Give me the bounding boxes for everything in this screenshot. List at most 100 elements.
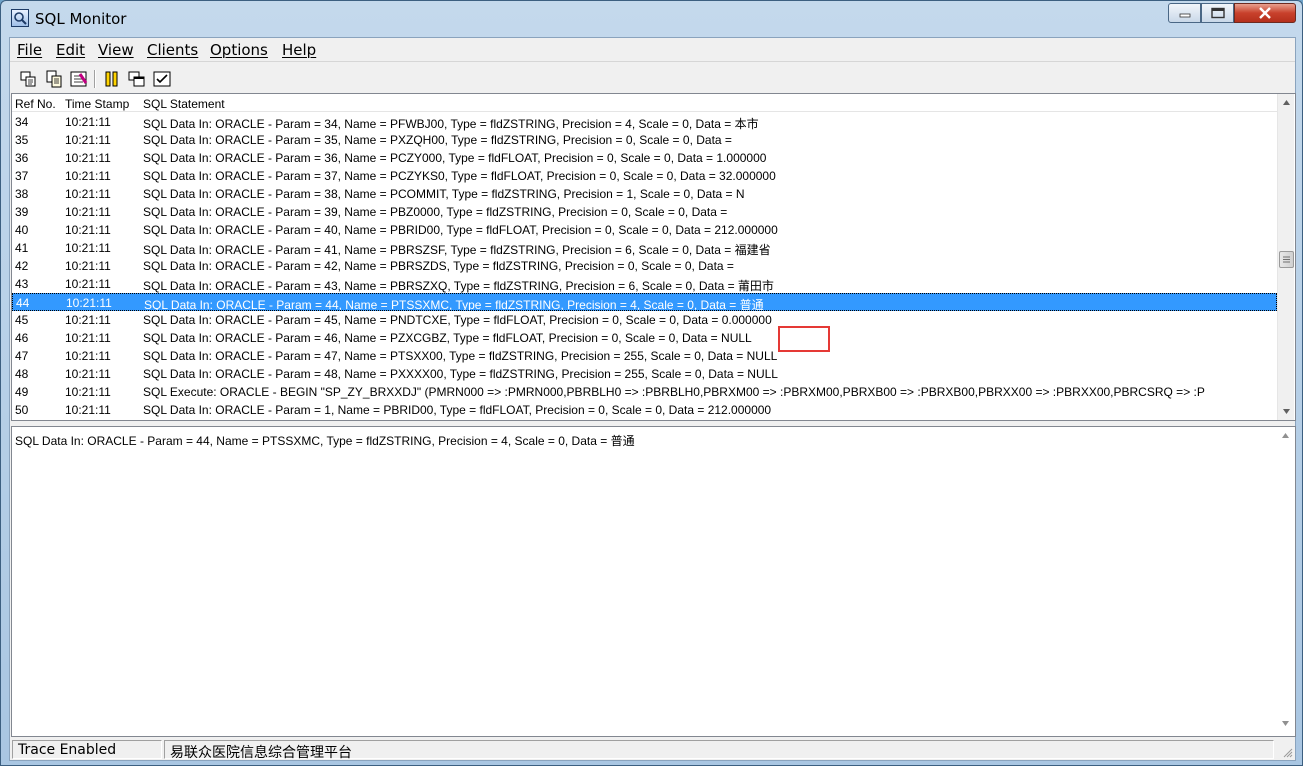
row-statement: SQL Data In: ORACLE - Param = 39, Name =… [143,205,728,219]
save-log-button[interactable] [19,69,39,89]
col-ref-no[interactable]: Ref No. [15,97,56,111]
arrow-down-icon [1282,721,1289,726]
menu-options[interactable]: Options [210,41,268,59]
row-statement: SQL Data In: ORACLE - Param = 37, Name =… [143,169,776,183]
sql-monitor-window: SQL Monitor File Edit View Clients Optio… [0,0,1303,766]
row-time: 10:21:11 [65,151,111,165]
arrow-down-icon [1283,409,1290,414]
menu-help[interactable]: Help [282,41,316,59]
client-area: File Edit View Clients Options Help Ref … [9,37,1296,761]
row-time: 10:21:11 [65,187,111,201]
row-time: 10:21:11 [65,385,111,399]
menu-edit[interactable]: Edit [56,41,85,59]
toolbar-separator [94,70,96,88]
row-time: 10:21:11 [66,296,112,310]
row-statement: SQL Data In: ORACLE - Param = 36, Name =… [143,151,767,165]
clear-icon [70,71,88,87]
status-client-name: 易联众医院信息综合管理平台 [164,740,1274,761]
arrow-up-icon [1283,100,1290,105]
grip-lines-icon [1283,256,1290,263]
table-row[interactable]: 34 10:21:11 SQL Data In: ORACLE - Param = … [12,113,1277,131]
row-time: 10:21:11 [65,259,111,273]
status-trace: Trace Enabled [12,740,162,759]
row-ref: 48 [15,367,29,381]
table-row[interactable]: 50 10:21:11 SQL Data In: ORACLE - Param = … [12,401,1277,419]
row-ref: 50 [15,403,29,417]
row-ref: 34 [15,115,29,129]
status-bar: Trace Enabled 易联众医院信息综合管理平台 [10,738,1295,761]
title-bar[interactable]: SQL Monitor [1,1,1302,37]
copy-button[interactable] [44,69,64,89]
table-row[interactable]: 48 10:21:11 SQL Data In: ORACLE - Param = … [12,365,1277,383]
table-row[interactable]: 45 10:21:11 SQL Data In: ORACLE - Param = … [12,311,1277,329]
row-ref: 35 [15,133,29,147]
col-time-stamp[interactable]: Time Stamp [65,97,129,111]
table-row[interactable]: 43 10:21:11 SQL Data In: ORACLE - Param = … [12,275,1277,293]
menu-view[interactable]: View [98,41,134,59]
maximize-icon [1210,7,1225,19]
maximize-button[interactable] [1201,3,1234,23]
row-statement: SQL Data In: ORACLE - Param = 42, Name =… [143,259,734,273]
row-statement: SQL Data In: ORACLE - Param = 1, Name = … [143,403,772,417]
table-row-selected[interactable]: 44 10:21:11 SQL Data In: ORACLE - Param = … [12,293,1277,311]
menu-file[interactable]: File [17,41,42,59]
row-statement: SQL Execute: ORACLE - BEGIN "SP_ZY_BRXXD… [143,385,1205,399]
row-time: 10:21:11 [65,403,111,417]
row-statement: SQL Data In: ORACLE - Param = 35, Name =… [143,133,732,147]
row-ref: 40 [15,223,29,237]
trace-list[interactable]: Ref No. Time Stamp SQL Statement 34 10:21… [11,93,1296,421]
table-row[interactable]: 40 10:21:11 SQL Data In: ORACLE - Param = … [12,221,1277,239]
row-ref: 42 [15,259,29,273]
scroll-up-arrow[interactable] [1278,94,1295,111]
row-ref: 47 [15,349,29,363]
row-statement: SQL Data In: ORACLE - Param = 46, Name =… [143,331,752,345]
checklist-icon [153,71,171,87]
minimize-button[interactable] [1168,3,1201,23]
options-button[interactable] [152,69,172,89]
row-ref: 38 [15,187,29,201]
row-statement: SQL Data In: ORACLE - Param = 38, Name =… [143,187,745,201]
row-time: 10:21:11 [65,133,111,147]
table-row[interactable]: 49 10:21:11 SQL Execute: ORACLE - BEGIN "S… [12,383,1277,401]
statement-detail-panel[interactable]: SQL Data In: ORACLE - Param = 44, Name =… [11,426,1296,737]
row-statement: SQL Data In: ORACLE - Param = 34, Name =… [143,117,759,131]
row-ref: 37 [15,169,29,183]
detail-scroll-up-arrow[interactable] [1277,427,1294,444]
menu-clients[interactable]: Clients [147,41,198,59]
close-button[interactable] [1234,3,1296,23]
client-window-icon [128,71,145,87]
client-window-button[interactable] [127,69,147,89]
minimize-icon [1179,13,1190,18]
row-ref: 39 [15,205,29,219]
list-header: Ref No. Time Stamp SQL Statement [12,94,1277,112]
clear-button[interactable] [69,69,89,89]
scroll-down-arrow[interactable] [1278,403,1295,420]
table-row[interactable]: 36 10:21:11 SQL Data In: ORACLE - Param = … [12,149,1277,167]
row-statement: SQL Data In: ORACLE - Param = 45, Name =… [143,313,772,327]
pause-button[interactable] [102,69,122,89]
scroll-thumb[interactable] [1279,251,1294,268]
list-vertical-scrollbar[interactable] [1277,94,1294,420]
table-row[interactable]: 35 10:21:11 SQL Data In: ORACLE - Param = … [12,131,1277,149]
col-sql-statement[interactable]: SQL Statement [143,97,225,111]
table-row[interactable]: 41 10:21:11 SQL Data In: ORACLE - Param = … [12,239,1277,257]
row-statement: SQL Data In: ORACLE - Param = 47, Name =… [143,349,778,363]
detail-scroll-down-arrow[interactable] [1277,715,1294,732]
copy-icon [46,70,62,88]
row-statement: SQL Data In: ORACLE - Param = 44, Name =… [144,298,764,311]
row-statement: SQL Data In: ORACLE - Param = 48, Name =… [143,367,778,381]
table-row[interactable]: 37 10:21:11 SQL Data In: ORACLE - Param = … [12,167,1277,185]
table-row[interactable]: 47 10:21:11 SQL Data In: ORACLE - Param = … [12,347,1277,365]
table-row[interactable]: 38 10:21:11 SQL Data In: ORACLE - Param = … [12,185,1277,203]
row-time: 10:21:11 [65,313,111,327]
resize-grip-icon[interactable] [1281,746,1293,758]
table-row[interactable]: 39 10:21:11 SQL Data In: ORACLE - Param = … [12,203,1277,221]
row-time: 10:21:11 [65,277,111,291]
row-ref: 45 [15,313,29,327]
app-icon[interactable] [11,9,29,27]
table-row[interactable]: 42 10:21:11 SQL Data In: ORACLE - Param = … [12,257,1277,275]
close-icon [1259,7,1271,19]
table-row[interactable]: 46 10:21:11 SQL Data In: ORACLE - Param = … [12,329,1277,347]
detail-vertical-scrollbar[interactable] [1277,427,1294,736]
window-title: SQL Monitor [35,10,127,28]
